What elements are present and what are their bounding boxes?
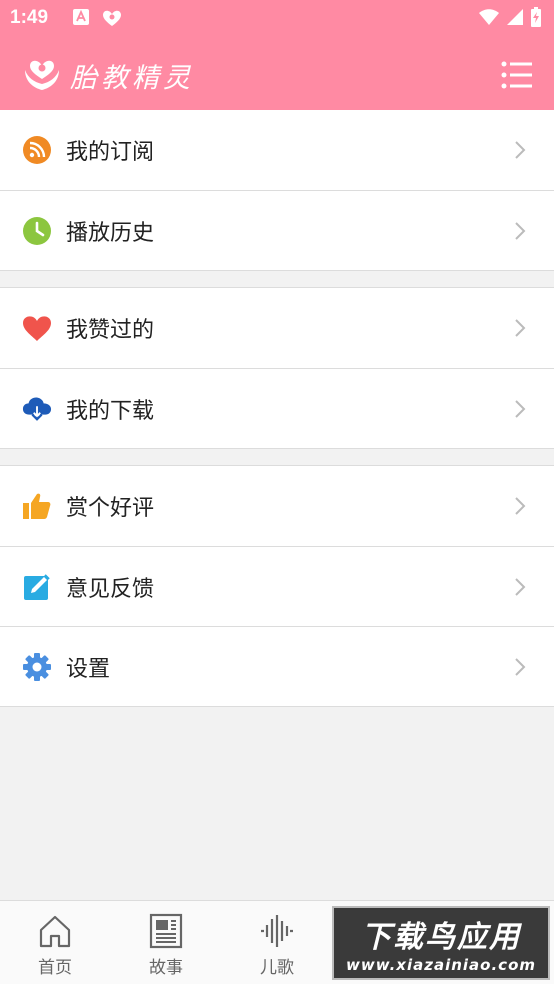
chevron-right-icon [515,141,526,159]
newspaper-icon [149,913,183,949]
menu-item-history[interactable]: 播放历史 [0,190,554,270]
tab-home[interactable]: 首页 [0,901,110,984]
menu-item-label: 意见反馈 [66,576,155,602]
wifi-icon [479,9,499,25]
menu-group-3: 赏个好评 意见反馈 设置 [0,465,554,707]
chevron-right-icon [515,658,526,676]
chevron-right-icon [515,400,526,418]
header: 1:49 胎教精灵 [0,0,554,110]
menu-group-2: 我赞过的 我的下载 [0,287,554,449]
app-notification-icon [103,10,121,26]
menu-item-feedback[interactable]: 意见反馈 [0,546,554,626]
status-system-icons [478,7,542,27]
battery-icon [531,7,541,27]
watermark-logo: 下载鸟应用 www.xiazainiao.com [332,906,550,980]
cloud-download-icon [22,394,52,424]
heart-icon [22,313,52,343]
chevron-right-icon [515,578,526,596]
gear-icon [22,652,52,682]
menu-group-1: 我的订阅 播放历史 [0,110,554,271]
menu-item-liked[interactable]: 我赞过的 [0,288,554,368]
watermark-url: www.xiazainiao.com [345,956,537,974]
menu-item-label: 设置 [66,656,111,682]
clock-icon [22,216,52,246]
rss-icon [22,135,52,165]
app-title: 胎教精灵 [70,63,194,94]
audio-wave-icon [261,915,293,947]
signal-icon [507,9,523,25]
chevron-right-icon [515,319,526,337]
menu-item-settings[interactable]: 设置 [0,626,554,706]
app-bar: 胎教精灵 [0,38,554,110]
menu-item-rate[interactable]: 赏个好评 [0,466,554,546]
chevron-right-icon [515,497,526,515]
menu-item-subscriptions[interactable]: 我的订阅 [0,110,554,190]
menu-item-label: 我的订阅 [66,140,155,165]
home-icon [39,915,71,948]
app-logo-icon [25,60,59,90]
menu-item-label: 我的下载 [66,398,155,424]
tab-label: 儿歌 [260,958,294,978]
status-notification-icons [72,8,124,28]
status-bar: 1:49 [0,0,554,38]
menu-item-label: 播放历史 [66,220,155,246]
menu-item-label: 我赞过的 [66,318,155,343]
app-store-icon [73,9,89,25]
thumbs-up-icon [22,491,52,521]
edit-icon [22,572,52,602]
menu-item-downloads[interactable]: 我的下载 [0,368,554,448]
tab-label: 故事 [149,958,183,978]
tab-songs[interactable]: 儿歌 [222,901,332,984]
tab-label: 首页 [38,958,72,978]
tab-stories[interactable]: 故事 [111,901,221,984]
menu-list: 我的订阅 播放历史 我赞过的 我的下载 赏个好评 意见反馈 设置 [0,110,554,707]
menu-icon[interactable] [500,58,534,92]
status-time: 1:49 [10,7,49,28]
chevron-right-icon [515,222,526,240]
watermark-title: 下载鸟应用 [361,920,521,955]
menu-item-label: 赏个好评 [66,496,155,521]
